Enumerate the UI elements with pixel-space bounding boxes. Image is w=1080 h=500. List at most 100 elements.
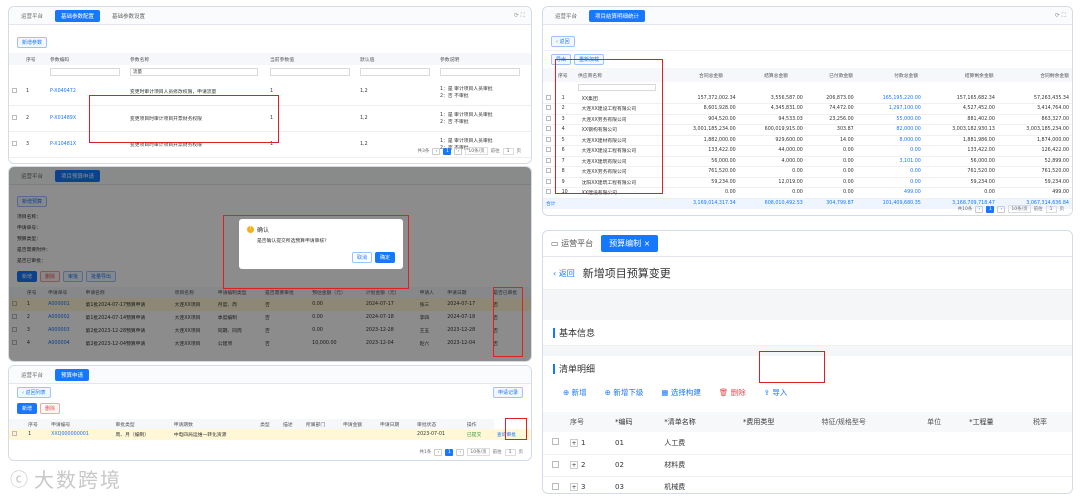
filter-code-input[interactable] — [50, 68, 120, 76]
table-row[interactable]: + 3 03 机械费 — [543, 476, 1072, 493]
table-row[interactable]: + 2 02 材料费 — [543, 454, 1072, 476]
row-cell — [819, 476, 925, 493]
row-checkbox[interactable] — [546, 115, 551, 121]
back-label: 返回列表 — [25, 390, 46, 396]
row-amount: 1,297,100.00 — [888, 106, 921, 112]
platform-tab[interactable]: 运营平台 — [549, 10, 583, 22]
row-checkbox[interactable] — [12, 114, 17, 120]
row-checkbox-cell[interactable] — [9, 429, 25, 440]
row-amount: 761,520.00 — [967, 169, 995, 175]
row-amount: 3,414,764.00 — [1036, 106, 1069, 112]
row-checkbox[interactable] — [12, 431, 17, 436]
prev-page-button[interactable]: ‹ — [432, 147, 441, 155]
select-component-button[interactable]: ▦ 选择构建 — [661, 387, 700, 398]
table-row[interactable]: 1 XXQ000000001 周、月（编制） 中电四局运维—转化资源 2023-07-0… — [9, 429, 531, 440]
add-param-button[interactable]: 新增参数 — [17, 37, 48, 48]
row-cell — [924, 454, 966, 476]
tab-settlement-stats[interactable]: 项目结算明细统计 — [589, 9, 646, 22]
next-page-button[interactable]: › — [454, 147, 463, 155]
page-1-button[interactable]: 1 — [443, 147, 452, 155]
expand-icon[interactable]: + — [570, 483, 578, 491]
filter-desc-input[interactable] — [440, 68, 520, 76]
expand-icon[interactable]: + — [570, 461, 578, 469]
add-child-button[interactable]: ⊕ 新增下级 — [605, 387, 644, 398]
goto-input[interactable]: 1 — [502, 147, 514, 155]
monitor-icon: ▭ — [551, 239, 562, 248]
highlight-box — [759, 351, 825, 383]
import-button[interactable]: ⇪ 导入 — [764, 387, 788, 398]
row-checkbox[interactable] — [546, 157, 551, 163]
row-amount: 55,000.00 — [896, 116, 921, 122]
next-page-button[interactable]: › — [997, 205, 1006, 213]
platform-tab[interactable]: 运营平台 — [15, 10, 49, 22]
row-checkbox[interactable] — [546, 94, 551, 100]
row-checkbox[interactable] — [546, 189, 551, 195]
platform-tab[interactable]: 运营平台 — [15, 369, 49, 381]
highlight-box — [505, 418, 527, 440]
filter-default-input[interactable] — [360, 68, 430, 76]
row-cell: 中电四局运维—转化资源 — [173, 433, 227, 438]
row-amount: 126,422.00 — [1041, 148, 1069, 154]
filter-name-input[interactable]: 流量 — [130, 68, 258, 76]
back-label: 返回 — [559, 39, 570, 45]
tab-budget-edit[interactable]: 预算编制 × — [601, 235, 659, 252]
panel1-topbar: 运营平台 基础参数配置 基础参数设置 ⟳ ⛶ — [9, 7, 531, 25]
refresh-icon[interactable]: ⟳ ⛶ — [1055, 12, 1066, 20]
tool-label: 新增下级 — [613, 388, 644, 397]
row-index: + 2 — [567, 454, 612, 476]
row-checkbox-cell[interactable] — [543, 454, 567, 476]
section-basic-info[interactable]: 基本信息 — [559, 326, 595, 339]
table-row[interactable]: + 1 01 人工费 — [543, 432, 1072, 454]
tab-param-settings[interactable]: 基础参数设置 — [106, 10, 151, 22]
row-checkbox-cell[interactable] — [543, 476, 567, 493]
tab-budget-record[interactable]: 预算申请 — [55, 368, 90, 381]
col-index: 序号 — [23, 53, 47, 65]
tab-param-config[interactable]: 基础参数配置 — [55, 9, 101, 22]
expand-icon[interactable]: + — [570, 438, 578, 447]
row-checkbox[interactable] — [552, 438, 559, 446]
delete-button[interactable]: 删除 — [40, 403, 61, 414]
row-checkbox-cell[interactable] — [543, 432, 567, 454]
goto-input[interactable]: 1 — [1045, 205, 1057, 213]
page-1-button[interactable]: 1 — [445, 448, 454, 456]
highlight-box — [493, 287, 523, 357]
row-code-link[interactable]: XXQ000000001 — [48, 429, 112, 440]
total-spacer — [559, 198, 579, 209]
page-size-select[interactable]: 10条/页 — [467, 448, 490, 456]
row-checkbox[interactable] — [546, 178, 551, 184]
back-link[interactable]: ‹ 返回 — [553, 268, 575, 279]
goto-input[interactable]: 1 — [504, 448, 516, 456]
row-desc: 1：是 审计项目人员审批 — [440, 113, 493, 118]
platform-tab[interactable]: ▭ 运营平台 — [551, 238, 593, 249]
add-item-button[interactable]: ⊕ 新增 — [563, 387, 587, 398]
row-checkbox[interactable] — [12, 88, 17, 94]
delete-button[interactable]: 🗑 删除 — [719, 387, 746, 398]
refresh-icon[interactable]: ⟳ ⛶ — [514, 12, 525, 20]
back-button[interactable]: ‹ 返回 — [551, 36, 575, 47]
row-checkbox[interactable] — [546, 147, 551, 153]
apply-record-button[interactable]: 申请记录 — [492, 387, 523, 398]
row-index: + 1 — [567, 432, 612, 454]
row-default: 1,2 — [360, 115, 368, 121]
row-checkbox[interactable] — [546, 136, 551, 142]
page-size-select[interactable]: 10条/页 — [465, 147, 488, 155]
row-checkbox[interactable] — [552, 460, 559, 468]
col-settle-total: 结算总金额 — [726, 68, 792, 82]
add-button[interactable]: 新增 — [17, 403, 38, 414]
prev-page-button[interactable]: ‹ — [434, 448, 443, 456]
row-checkbox[interactable] — [546, 105, 551, 111]
row-checkbox[interactable] — [546, 168, 551, 174]
row-amount: 1,881,986.00 — [962, 137, 995, 143]
back-button[interactable]: ‹ 返回列表 — [17, 387, 51, 398]
row-checkbox[interactable] — [12, 140, 17, 146]
page-1-button[interactable]: 1 — [986, 205, 995, 213]
page-size-select[interactable]: 10条/页 — [1008, 205, 1031, 213]
row-checkbox[interactable] — [552, 482, 559, 490]
next-page-button[interactable]: › — [456, 448, 465, 456]
row-checkbox[interactable] — [546, 126, 551, 132]
filter-current-input[interactable] — [270, 68, 350, 76]
total-amount: 101,409,680.35 — [882, 201, 921, 207]
col-header: 所属部门 — [302, 419, 340, 429]
row-cell — [966, 432, 1030, 454]
prev-page-button[interactable]: ‹ — [975, 205, 984, 213]
